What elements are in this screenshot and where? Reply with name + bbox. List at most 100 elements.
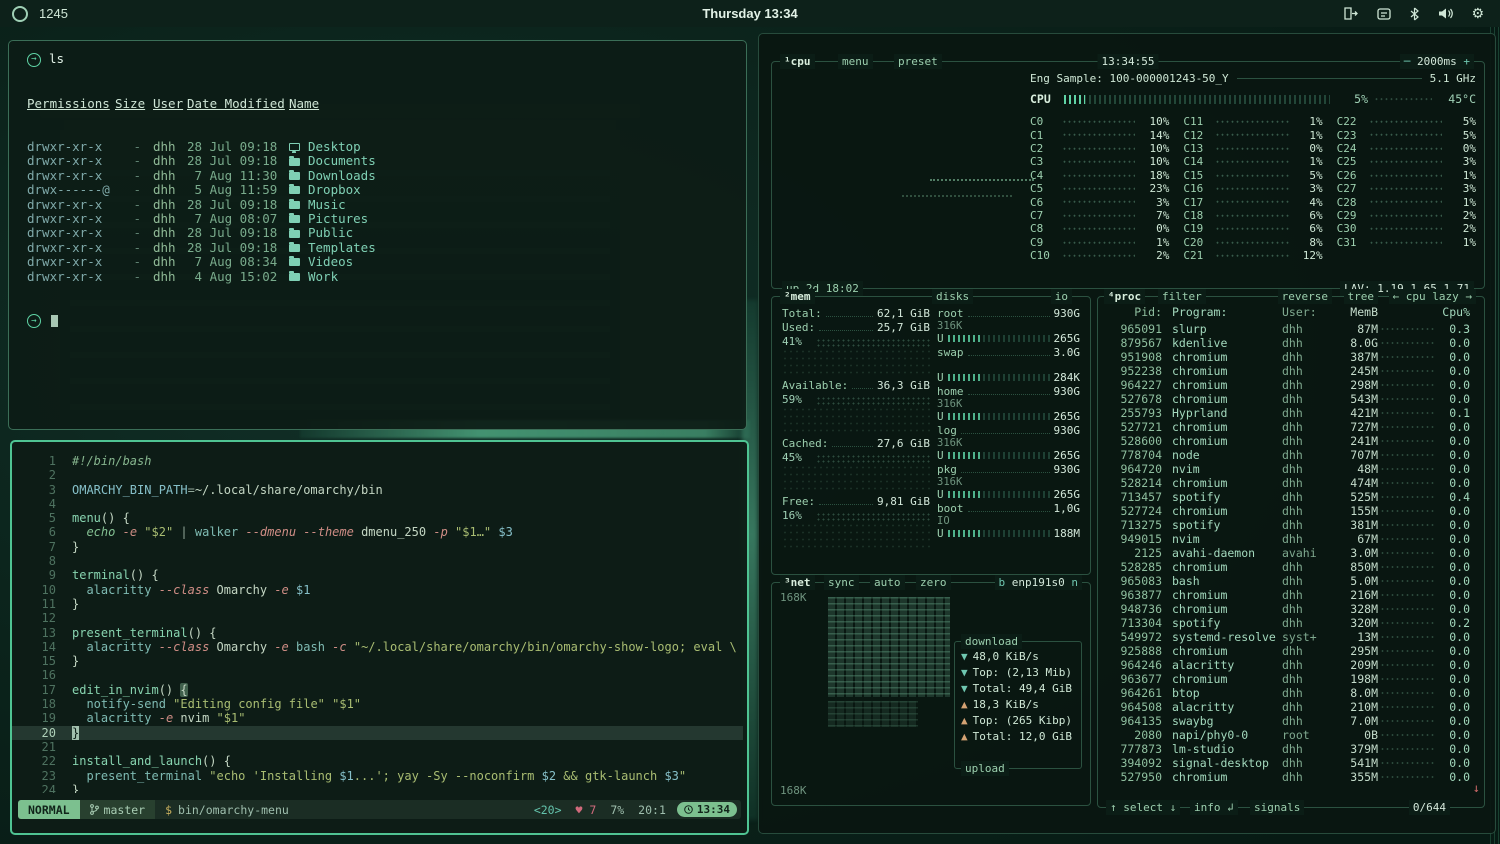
proc-box-title[interactable]: ⁴proc xyxy=(1104,289,1145,304)
settings-gear-icon[interactable]: ⚙ xyxy=(1471,7,1484,21)
iface-next-button[interactable]: n xyxy=(1071,576,1078,589)
header-memory[interactable]: MemB xyxy=(1334,305,1378,319)
tray-apps-icon[interactable] xyxy=(1377,8,1391,20)
process-row[interactable]: 528600 chromium dhh 241M 0.0 xyxy=(1106,434,1470,448)
tree-button[interactable]: tree xyxy=(1344,289,1379,304)
net-interface-switcher[interactable]: b enp191s0 n xyxy=(995,575,1082,590)
disk-entry: boot 1,0G IO U 188M xyxy=(937,502,1080,539)
line-text: notify-send "Editing config file" "$1" xyxy=(72,697,743,711)
process-row[interactable]: 963877 chromium dhh 216M 0.0 xyxy=(1106,588,1470,602)
interval-minus-button[interactable]: ─ xyxy=(1404,55,1411,68)
workspace-item[interactable]: 4 xyxy=(53,6,60,21)
process-cpu-graph xyxy=(1380,364,1436,378)
process-row[interactable]: 527678 chromium dhh 543M 0.0 xyxy=(1106,392,1470,406)
disk-entry: home 930G 316K U 265G xyxy=(937,385,1080,422)
process-row[interactable]: 948736 chromium dhh 328M 0.0 xyxy=(1106,602,1470,616)
process-row[interactable]: 879567 kdenlive dhh 8.0G 0.0 xyxy=(1106,336,1470,350)
io-toggle[interactable]: io xyxy=(1051,289,1072,304)
process-row[interactable]: 255793 Hyprland dhh 421M 0.1 xyxy=(1106,406,1470,420)
cpu-box-title[interactable]: ¹cpu xyxy=(780,54,815,69)
net-sync-button[interactable]: sync xyxy=(824,575,859,590)
process-row[interactable]: 777873 lm-studio dhh 379M 0.0 xyxy=(1106,742,1470,756)
process-row[interactable]: 2080 napi/phy0-0 root 0B 0.0 xyxy=(1106,728,1470,742)
user-cell: dhh xyxy=(147,169,187,183)
mem-history-graph xyxy=(782,350,930,376)
process-memory: 245M xyxy=(1334,364,1378,378)
header-program[interactable]: Program: xyxy=(1162,305,1282,319)
process-row[interactable]: 527950 chromium dhh 355M 0.0 xyxy=(1106,770,1470,784)
process-user: dhh xyxy=(1282,770,1334,784)
line-number: 17 xyxy=(12,683,72,697)
process-row[interactable]: 964508 alacritty dhh 210M 0.0 xyxy=(1106,700,1470,714)
iface-prev-button[interactable]: b xyxy=(999,576,1006,589)
sort-selector[interactable]: ← cpu lazy → xyxy=(1389,289,1476,304)
mem-stat-value: 25,7 GiB xyxy=(877,321,930,334)
process-row[interactable]: 964261 btop dhh 8.0M 0.0 xyxy=(1106,686,1470,700)
directory-name: Documents xyxy=(308,154,376,168)
signals-control[interactable]: signals xyxy=(1250,800,1304,815)
net-auto-button[interactable]: auto xyxy=(870,575,905,590)
header-pid[interactable]: Pid: xyxy=(1106,305,1162,319)
menu-button[interactable]: menu xyxy=(838,54,873,69)
process-row[interactable]: 527724 chromium dhh 155M 0.0 xyxy=(1106,504,1470,518)
prompt-line-empty[interactable]: → xyxy=(27,314,746,329)
process-row[interactable]: 951908 chromium dhh 387M 0.0 xyxy=(1106,350,1470,364)
core-meter: C523% xyxy=(1030,182,1169,195)
process-row[interactable]: 964720 nvim dhh 48M 0.0 xyxy=(1106,462,1470,476)
process-row[interactable]: 965091 slurp dhh 87M 0.3 xyxy=(1106,322,1470,336)
interval-plus-button[interactable]: + xyxy=(1463,55,1470,68)
logout-icon[interactable] xyxy=(1343,7,1359,20)
process-row[interactable]: 2125 avahi-daemon avahi 3.0M 0.0 xyxy=(1106,546,1470,560)
process-row[interactable]: 527721 chromium dhh 727M 0.0 xyxy=(1106,420,1470,434)
process-row[interactable]: 925888 chromium dhh 295M 0.0 xyxy=(1106,644,1470,658)
process-row[interactable]: 964227 chromium dhh 298M 0.0 xyxy=(1106,378,1470,392)
reverse-button[interactable]: reverse xyxy=(1278,289,1332,304)
mem-stat-label: Available: xyxy=(782,379,848,392)
process-row[interactable]: 528214 chromium dhh 474M 0.0 xyxy=(1106,476,1470,490)
process-memory: 87M xyxy=(1334,322,1378,336)
process-memory: 7.0M xyxy=(1334,714,1378,728)
workspace-item[interactable]: 5 xyxy=(61,6,68,21)
process-row[interactable]: 713457 spotify dhh 525M 0.4 xyxy=(1106,490,1470,504)
file-type-icon xyxy=(289,230,300,238)
net-zero-button[interactable]: zero xyxy=(916,575,951,590)
process-row[interactable]: 778704 node dhh 707M 0.0 xyxy=(1106,448,1470,462)
disks-box-title[interactable]: disks xyxy=(932,289,973,304)
process-pid: 964227 xyxy=(1106,378,1162,392)
process-row[interactable]: 713275 spotify dhh 381M 0.0 xyxy=(1106,518,1470,532)
refresh-interval-control[interactable]: ─ 2000ms + xyxy=(1400,54,1474,69)
header-user[interactable]: User: xyxy=(1282,305,1334,319)
code-buffer[interactable]: 1 #!/bin/bash 2 3 OMARCHY_BIN_PATH=~/.lo… xyxy=(12,454,743,793)
cpu-total-label: CPU xyxy=(1030,92,1058,106)
process-row[interactable]: 713304 spotify dhh 320M 0.2 xyxy=(1106,616,1470,630)
process-row[interactable]: 952238 chromium dhh 245M 0.0 xyxy=(1106,364,1470,378)
process-row[interactable]: 394092 signal-desktop dhh 541M 0.0 xyxy=(1106,756,1470,770)
process-row[interactable]: 965083 bash dhh 5.0M 0.0 xyxy=(1106,574,1470,588)
preset-button[interactable]: preset xyxy=(894,54,942,69)
code-token: walker xyxy=(195,525,238,539)
volume-icon[interactable] xyxy=(1438,7,1453,20)
code-token: #!/bin/bash xyxy=(72,454,151,468)
process-row[interactable]: 963677 chromium dhh 198M 0.0 xyxy=(1106,672,1470,686)
net-box-title[interactable]: ³net xyxy=(780,575,815,590)
process-row[interactable]: 528285 chromium dhh 850M 0.0 xyxy=(1106,560,1470,574)
core-meter: C210% xyxy=(1030,142,1169,155)
launcher-icon[interactable] xyxy=(12,6,28,22)
process-row[interactable]: 549972 systemd-resolve syst+ 13M 0.0 xyxy=(1106,630,1470,644)
process-cpu-percent: 0.0 xyxy=(1438,378,1470,392)
mem-box-title[interactable]: ²mem xyxy=(780,289,815,304)
mem-stat-value: 62,1 GiB xyxy=(877,307,930,320)
scroll-down-indicator[interactable]: ↓ xyxy=(1473,781,1480,795)
header-cpu[interactable]: Cpu% xyxy=(1438,305,1470,319)
process-row[interactable]: 964135 swaybg dhh 7.0M 0.0 xyxy=(1106,714,1470,728)
process-row[interactable]: 949015 nvim dhh 67M 0.0 xyxy=(1106,532,1470,546)
select-control[interactable]: ↑ select ↓ xyxy=(1106,800,1180,815)
bluetooth-icon[interactable] xyxy=(1409,7,1420,21)
info-control[interactable]: info ↲ xyxy=(1190,800,1238,815)
core-graph xyxy=(1062,169,1135,182)
process-row[interactable]: 964246 alacritty dhh 209M 0.0 xyxy=(1106,658,1470,672)
direction-arrow-icon: ▲ xyxy=(961,698,968,714)
disk-name: home xyxy=(937,385,964,398)
filter-button[interactable]: filter xyxy=(1158,289,1206,304)
core-graph xyxy=(1062,236,1135,249)
